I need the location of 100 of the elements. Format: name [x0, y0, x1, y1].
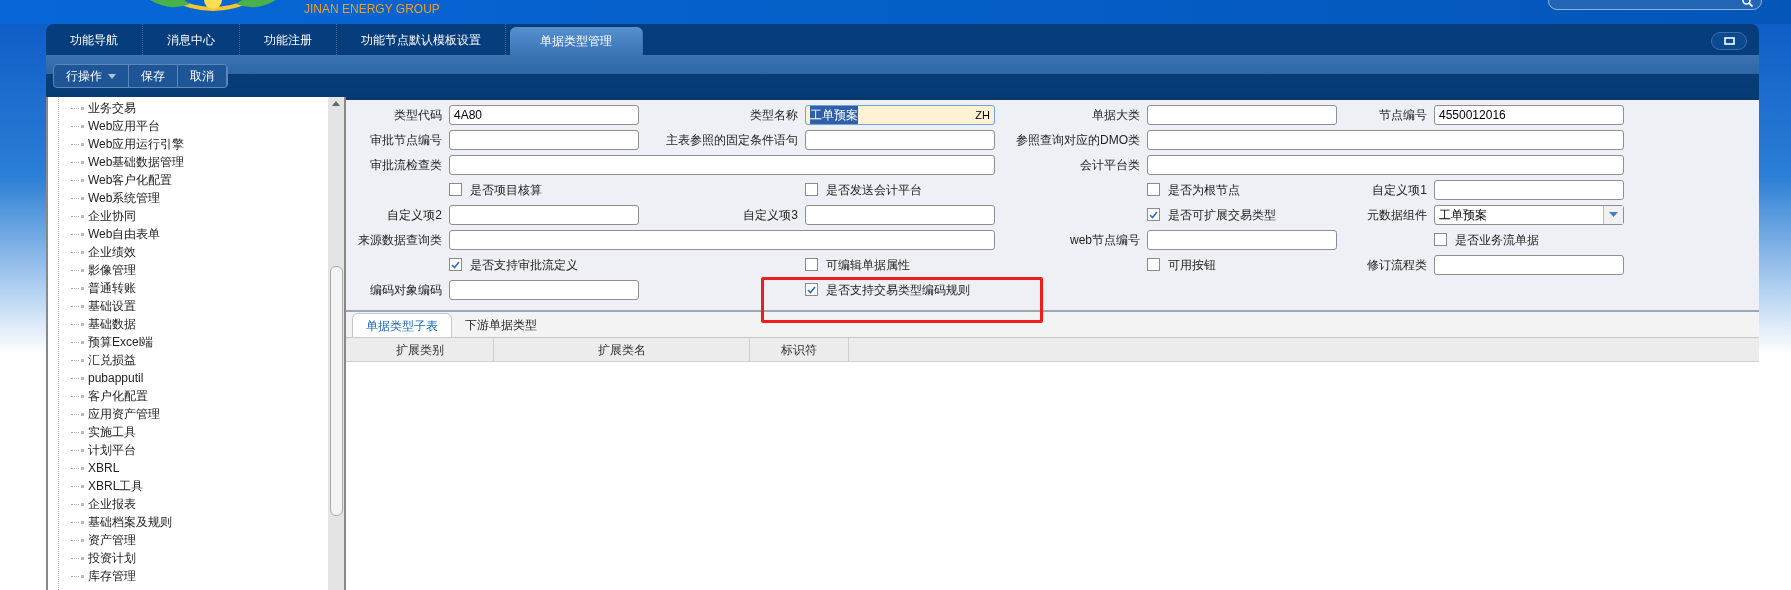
nav-tab[interactable]: 单据类型管理: [510, 27, 643, 55]
checkbox-label: 是否业务流单据: [1455, 231, 1539, 249]
column-header[interactable]: 标识符: [750, 338, 849, 361]
input-field[interactable]: [1147, 154, 1624, 175]
tree-item[interactable]: Web基础数据管理: [88, 153, 185, 171]
scrollbar[interactable]: [328, 97, 344, 590]
field-label: 会计平台类: [1079, 156, 1140, 174]
field-value: 工单预案: [810, 105, 858, 124]
tree-item[interactable]: 影像管理: [88, 261, 136, 279]
input-field[interactable]: [449, 204, 639, 225]
menu-button[interactable]: 行操作: [54, 65, 129, 87]
language-code: ZH: [975, 107, 990, 123]
field-label: 修订流程类: [1366, 256, 1427, 274]
tree-item[interactable]: XBRL: [88, 459, 120, 477]
field-label: 编码对象编码: [369, 281, 442, 299]
field-label: 参照查询对应的DMO类: [1015, 131, 1140, 149]
input-field[interactable]: [449, 154, 995, 175]
checkbox[interactable]: [805, 183, 818, 196]
tree-item[interactable]: XBRL工具: [88, 477, 144, 495]
field-label: 类型代码: [393, 106, 442, 124]
tree-item[interactable]: 基础设置: [88, 297, 136, 315]
field-label: 审批节点编号: [369, 131, 442, 149]
input-field[interactable]: 4A80: [449, 104, 639, 125]
tree-item[interactable]: Web应用平台: [88, 117, 161, 135]
tree-item[interactable]: Web自由表单: [88, 225, 161, 243]
checkbox-label: 是否为根节点: [1168, 181, 1240, 199]
tree-item[interactable]: 业务交易: [88, 99, 136, 117]
field-label: 节点编号: [1378, 106, 1427, 124]
sub-tab[interactable]: 下游单据类型: [452, 313, 550, 337]
field-label: 自定义项2: [386, 206, 442, 224]
tree-item[interactable]: 应用资产管理: [88, 405, 160, 423]
tree-item[interactable]: 计划平台: [88, 441, 136, 459]
input-field[interactable]: 4550012016: [1434, 104, 1624, 125]
scroll-up-icon: [332, 101, 340, 106]
checkbox-label: 是否项目核算: [470, 181, 542, 199]
caret-icon: [1609, 212, 1618, 217]
input-field[interactable]: [449, 229, 995, 250]
brand-name: JINAN ENERGY GROUP: [304, 2, 440, 16]
checkbox-label: 可用按钮: [1168, 256, 1216, 274]
tree-item[interactable]: 基础数据: [88, 315, 136, 333]
input-field[interactable]: 工单预案 ZH: [805, 104, 995, 125]
input-field[interactable]: [1147, 104, 1337, 125]
tree-item[interactable]: 基础档案及规则: [88, 513, 172, 531]
field-label: 元数据组件: [1366, 206, 1427, 224]
tree-item[interactable]: 普通转账: [88, 279, 136, 297]
tree-item[interactable]: 企业报表: [88, 495, 136, 513]
input-field[interactable]: [805, 129, 995, 150]
input-field[interactable]: [1434, 254, 1624, 275]
tree-item[interactable]: 汇兑损益: [88, 351, 136, 369]
tree-item[interactable]: 客户化配置: [88, 387, 148, 405]
checkbox[interactable]: [1147, 258, 1160, 271]
tree-item[interactable]: 企业绩效: [88, 243, 136, 261]
checkbox-label: 是否支持审批流定义: [470, 256, 578, 274]
field-label: web节点编号: [1069, 231, 1140, 249]
field-label: 主表参照的固定条件语句: [665, 131, 798, 149]
checkbox[interactable]: [449, 258, 462, 271]
checkbox[interactable]: [1147, 208, 1160, 221]
tree-item[interactable]: pubapputil: [88, 369, 144, 387]
input-field[interactable]: [1147, 229, 1337, 250]
window-icon: [1723, 37, 1735, 45]
tree-item[interactable]: 实施工具: [88, 423, 136, 441]
checkbox[interactable]: [1434, 233, 1447, 246]
sub-tab[interactable]: 单据类型子表: [352, 313, 452, 337]
tree-item[interactable]: Web系统管理: [88, 189, 161, 207]
checkbox-label: 是否支持交易类型编码规则: [826, 281, 970, 299]
input-field[interactable]: [1434, 179, 1624, 200]
input-field[interactable]: [449, 279, 639, 300]
checkbox-label: 可编辑单据属性: [826, 256, 910, 274]
dropdown[interactable]: 工单预案: [1434, 204, 1624, 225]
checkbox[interactable]: [449, 183, 462, 196]
toolbar-button[interactable]: 保存: [129, 65, 178, 87]
field-label: 审批流检查类: [369, 156, 442, 174]
field-label: 类型名称: [749, 106, 798, 124]
tree-item[interactable]: Web客户化配置: [88, 171, 173, 189]
checkbox-label: 是否可扩展交易类型: [1168, 206, 1276, 224]
checkbox[interactable]: [805, 283, 818, 296]
toolbar-button[interactable]: 取消: [178, 65, 227, 87]
column-header[interactable]: 扩展类别: [346, 338, 494, 361]
logo-icon: [150, 0, 276, 12]
input-field[interactable]: [1147, 129, 1624, 150]
check-icon: [451, 260, 460, 269]
tree-item[interactable]: 企业协同: [88, 207, 136, 225]
column-header[interactable]: 扩展类名: [494, 338, 750, 361]
check-icon: [807, 285, 816, 294]
tree-item[interactable]: 资产管理: [88, 531, 136, 549]
field-label: 自定义项3: [742, 206, 798, 224]
tree-item[interactable]: 库存管理: [88, 567, 136, 585]
field-label: 自定义项1: [1371, 181, 1427, 199]
maximize-button[interactable]: [1711, 32, 1747, 50]
tree-item[interactable]: 预算Excel端: [88, 333, 154, 351]
field-label: 单据大类: [1091, 106, 1140, 124]
field-label: 来源数据查询类: [357, 231, 442, 249]
caret-icon: [108, 73, 116, 79]
checkbox-label: 是否发送会计平台: [826, 181, 922, 199]
checkbox[interactable]: [805, 258, 818, 271]
tree-item[interactable]: 投资计划: [88, 549, 136, 567]
input-field[interactable]: [449, 129, 639, 150]
checkbox[interactable]: [1147, 183, 1160, 196]
input-field[interactable]: [805, 204, 995, 225]
tree-item[interactable]: Web应用运行引擎: [88, 135, 185, 153]
